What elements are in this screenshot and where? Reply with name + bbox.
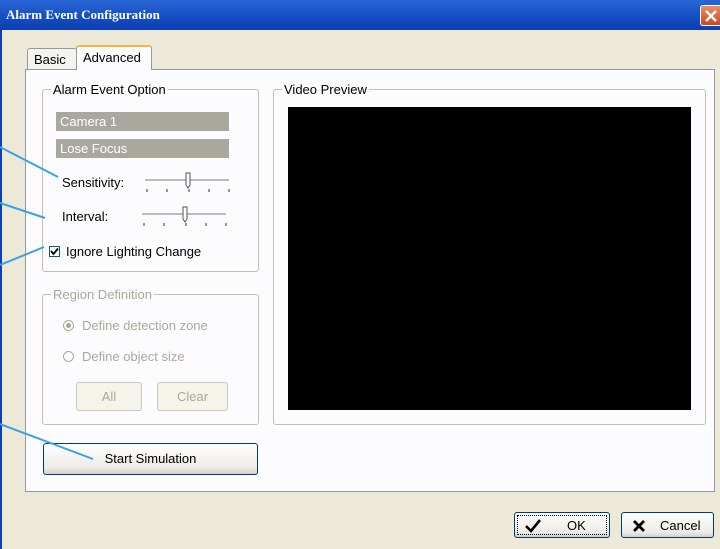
annotation-line-start-simulation [0,423,94,460]
annotation-line-sensitivity [0,146,59,178]
alarm-event-configuration-window: Alarm Event Configuration Basic Advanced… [0,0,720,549]
annotation-line-ignore-lighting [0,246,45,266]
annotation-line-interval [0,202,46,219]
annotation-lines [0,146,94,460]
